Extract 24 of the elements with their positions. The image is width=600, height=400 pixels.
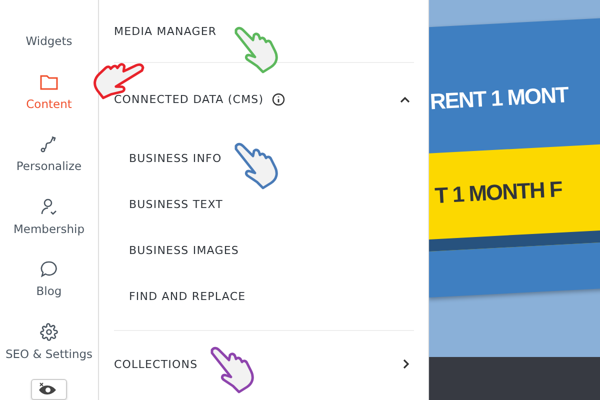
banner-text: RENT 1 MONT (429, 82, 569, 116)
chevron-right-icon (403, 359, 410, 369)
sidebar-item[interactable]: Content (26, 96, 72, 111)
path-icon (40, 135, 58, 154)
sidebar-item[interactable]: Personalize (16, 159, 82, 174)
settings-icon (40, 322, 58, 341)
sidebar-item[interactable]: Widgets (26, 34, 72, 48)
chevron-icon[interactable] (400, 96, 410, 102)
menu-item[interactable]: FIND AND REPLACE (129, 290, 246, 302)
user-check-icon (40, 198, 58, 216)
banner-text: T 1 MONTH F (434, 176, 563, 210)
menu-item[interactable]: BUSINESS IMAGES (129, 244, 239, 256)
menu-item[interactable]: BUSINESS TEXT (129, 198, 223, 210)
info-icon (272, 92, 285, 106)
sidebar-item[interactable]: Membership (13, 222, 85, 236)
menu-item[interactable]: BUSINESS INFO (129, 152, 222, 164)
sidebar-item[interactable]: SEO & Settings (5, 346, 93, 361)
section-header[interactable]: CONNECTED DATA (CMS) (114, 92, 285, 106)
sidebar-item[interactable]: Blog (36, 284, 62, 298)
menu-item[interactable]: COLLECTIONS (114, 358, 198, 370)
folder-icon (39, 72, 59, 91)
menu-item[interactable]: MEDIA MANAGER (114, 24, 217, 38)
chat-bubble-icon (40, 260, 58, 278)
preview-toggle-button[interactable] (31, 378, 67, 400)
